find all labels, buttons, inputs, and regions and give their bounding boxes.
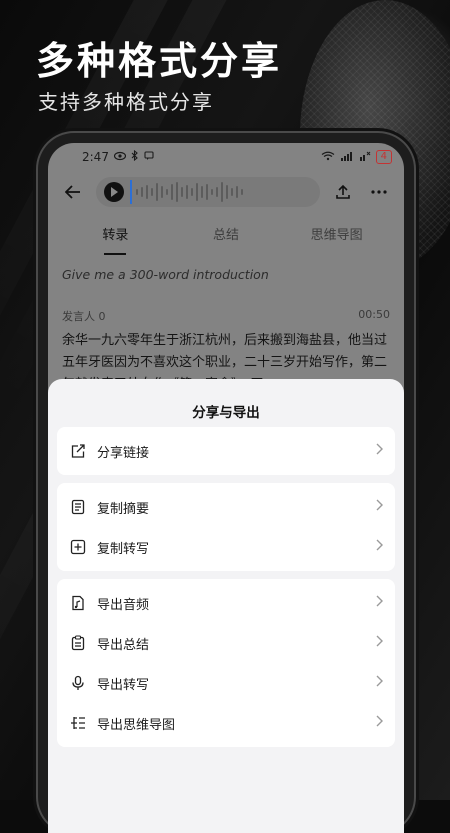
promo-headline: 多种格式分享 <box>36 39 283 83</box>
export-mindmap-item[interactable]: 导出思维导图 <box>57 703 395 743</box>
chevron-right-icon <box>376 715 383 731</box>
bluetooth-icon <box>131 149 139 164</box>
copy-transcript-item[interactable]: 复制转写 <box>57 527 395 567</box>
share-link-icon <box>69 442 87 460</box>
audio-player[interactable] <box>96 177 320 207</box>
export-audio-label: 导出音频 <box>97 597 150 613</box>
message-icon <box>144 150 154 164</box>
chevron-right-icon <box>376 635 383 651</box>
copy-summary-item[interactable]: 复制摘要 <box>57 487 395 527</box>
eye-icon <box>113 150 127 164</box>
chevron-right-icon <box>376 443 383 459</box>
tab-transcript[interactable]: 转录 <box>60 224 171 255</box>
signal-icon <box>340 150 354 164</box>
battery-indicator: 4 <box>375 150 392 164</box>
share-link-label: 分享链接 <box>97 445 150 461</box>
upload-icon <box>336 184 350 199</box>
more-button[interactable] <box>366 179 392 205</box>
toolbar <box>48 171 404 213</box>
sheet-title: 分享与导出 <box>192 405 260 421</box>
mindmap-icon <box>69 714 87 732</box>
prompt-text: Give me a 300-word introduction <box>62 267 269 282</box>
export-summary-item[interactable]: 导出总结 <box>57 623 395 663</box>
export-summary-label: 导出总结 <box>97 637 150 653</box>
export-mindmap-label: 导出思维导图 <box>97 717 176 733</box>
tab-summary[interactable]: 总结 <box>171 224 282 243</box>
export-summary-icon <box>69 634 87 652</box>
copy-transcript-label: 复制转写 <box>97 541 150 557</box>
export-audio-icon <box>69 594 87 612</box>
share-export-sheet: 分享与导出 分享链接 复制摘要 复制转写 导出音频 导出总结 导出转写 导出思维… <box>48 379 404 833</box>
back-button[interactable] <box>60 179 86 205</box>
export-group: 导出音频 导出总结 导出转写 导出思维导图 <box>57 579 395 747</box>
export-transcript-label: 导出转写 <box>97 677 150 693</box>
upload-button[interactable] <box>330 179 356 205</box>
export-audio-item[interactable]: 导出音频 <box>57 583 395 623</box>
copy-summary-icon <box>69 498 87 516</box>
status-bar: 2:47 4 <box>48 143 404 171</box>
content-tabs: 转录 总结 思维导图 <box>48 213 404 255</box>
signal-secondary-icon <box>359 150 371 164</box>
status-time: 2:47 <box>82 150 109 164</box>
share-group: 分享链接 <box>57 427 395 475</box>
chevron-right-icon <box>376 539 383 555</box>
copy-transcript-icon <box>69 538 87 556</box>
share-link-item[interactable]: 分享链接 <box>57 431 395 471</box>
arrow-left-icon <box>65 185 80 199</box>
export-transcript-item[interactable]: 导出转写 <box>57 663 395 703</box>
chevron-right-icon <box>376 675 383 691</box>
wifi-icon <box>321 150 335 164</box>
speaker-name: 发言人 0 <box>62 310 106 323</box>
promo-subline: 支持多种格式分享 <box>38 90 214 114</box>
play-icon <box>111 187 118 197</box>
copy-group: 复制摘要 复制转写 <box>57 483 395 571</box>
chevron-right-icon <box>376 499 383 515</box>
tab-mindmap[interactable]: 思维导图 <box>281 224 392 243</box>
speaker-header: 发言人 0 00:50 <box>48 282 404 324</box>
chevron-right-icon <box>376 595 383 611</box>
microphone-icon <box>69 674 87 692</box>
audio-waveform[interactable] <box>130 180 312 204</box>
more-icon <box>371 190 387 194</box>
phone-screen: 2:47 4 转录 总结 思维导图 Give me a 300-word int… <box>48 143 404 833</box>
copy-summary-label: 复制摘要 <box>97 501 150 517</box>
phone-frame: 2:47 4 转录 总结 思维导图 Give me a 300-word int… <box>38 133 414 833</box>
speaker-timestamp: 00:50 <box>358 308 390 321</box>
play-button[interactable] <box>104 182 124 202</box>
